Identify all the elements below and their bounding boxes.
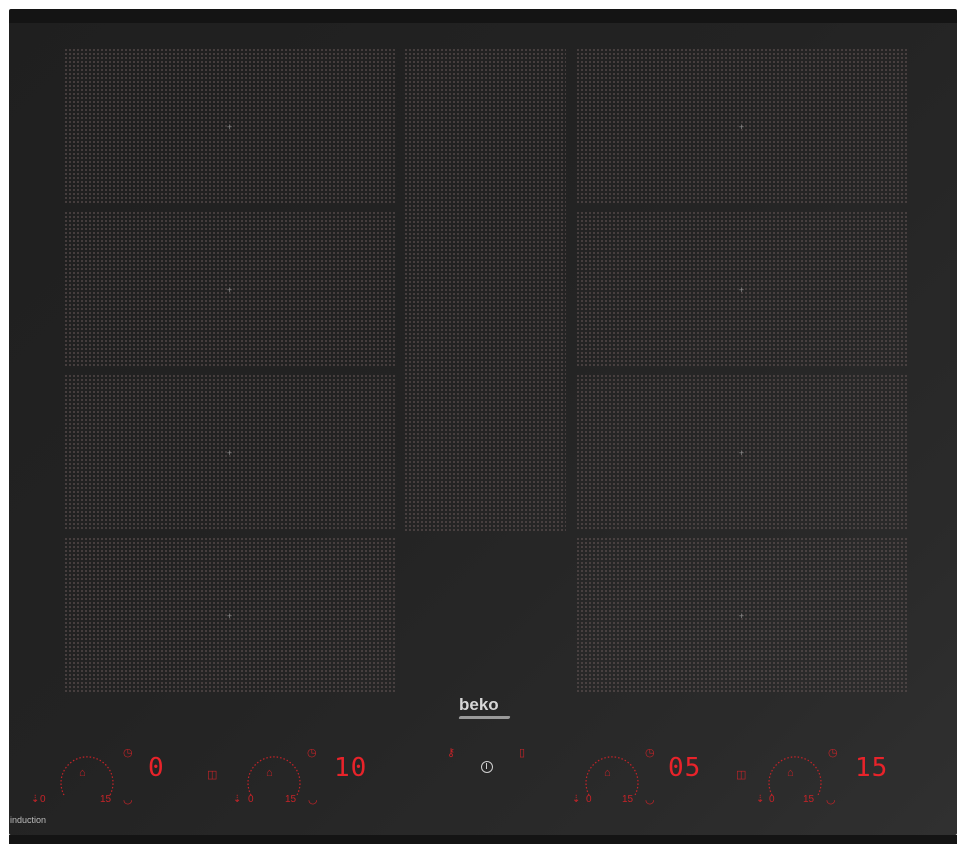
power-level-display: 15 — [855, 753, 889, 783]
boost-icon[interactable]: ⇣ — [233, 795, 241, 805]
zone-center-mark: + — [226, 122, 233, 132]
zone-center-mark: + — [738, 122, 745, 132]
timer-icon[interactable]: ◷ — [645, 748, 655, 759]
bridge-icon[interactable]: ◫ — [736, 770, 746, 781]
cooking-zone-center[interactable] — [404, 48, 566, 531]
brand-swoosh — [458, 716, 511, 719]
brand-logo: beko — [459, 695, 499, 714]
lock-icon[interactable]: ⚷ — [447, 748, 455, 759]
hob-edge — [9, 835, 957, 844]
zone-center-mark: + — [226, 448, 233, 458]
power-level-display: 10 — [334, 753, 368, 783]
slider-max-label: 15 — [100, 794, 112, 805]
pot-icon[interactable]: ⌂ — [787, 768, 794, 779]
slider-min-label: 0 — [248, 794, 254, 805]
keep-warm-icon[interactable]: ◡ — [123, 795, 133, 806]
pause-icon[interactable]: ▯ — [519, 748, 525, 759]
bridge-icon[interactable]: ◫ — [207, 770, 217, 781]
pot-icon[interactable]: ⌂ — [79, 768, 86, 779]
pot-icon[interactable]: ⌂ — [604, 768, 611, 779]
pot-icon[interactable]: ⌂ — [266, 768, 273, 779]
zone-center-mark: + — [738, 448, 745, 458]
power-level-display: 05 — [668, 753, 702, 783]
boost-icon[interactable]: ⇣ — [31, 795, 39, 805]
slider-max-label: 15 — [285, 794, 297, 805]
keep-warm-icon[interactable]: ◡ — [308, 795, 318, 806]
slider-min-label: 0 — [586, 794, 592, 805]
keep-warm-icon[interactable]: ◡ — [826, 795, 836, 806]
zone-center-mark: + — [738, 611, 745, 621]
power-level-display: 0 — [148, 753, 165, 783]
boost-icon[interactable]: ⇣ — [756, 795, 764, 805]
timer-icon[interactable]: ◷ — [828, 748, 838, 759]
slider-max-label: 15 — [622, 794, 634, 805]
zone-center-mark: + — [226, 611, 233, 621]
keep-warm-icon[interactable]: ◡ — [645, 795, 655, 806]
power-icon[interactable] — [481, 761, 493, 773]
slider-min-label: 0 — [40, 794, 46, 805]
timer-icon[interactable]: ◷ — [307, 748, 317, 759]
zone-center-mark: + — [738, 285, 745, 295]
slider-min-label: 0 — [769, 794, 775, 805]
boost-icon[interactable]: ⇣ — [572, 795, 580, 805]
induction-label: induction — [10, 815, 47, 825]
timer-icon[interactable]: ◷ — [123, 748, 133, 759]
slider-max-label: 15 — [803, 794, 815, 805]
zone-center-mark: + — [226, 285, 233, 295]
